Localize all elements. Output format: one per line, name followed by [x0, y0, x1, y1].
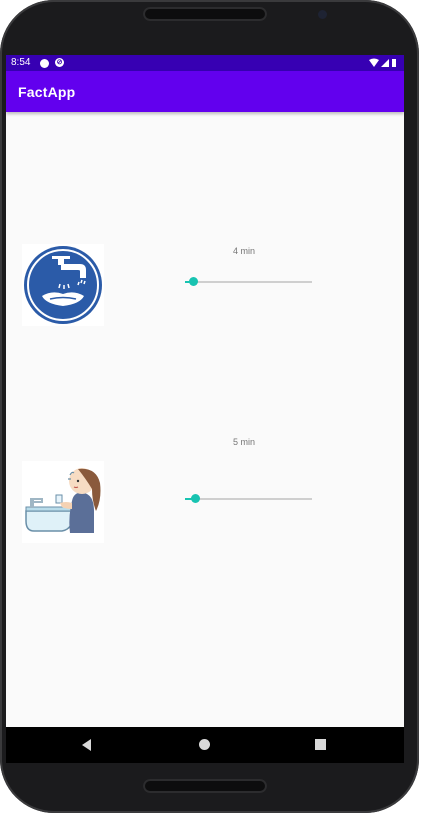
- navigation-bar: [6, 727, 404, 763]
- device-screen: 8:54 ⊘ FactApp 4 min 5 min: [6, 55, 404, 763]
- slider-track: [185, 498, 312, 500]
- person-at-sink-image: [22, 461, 104, 543]
- top-speaker: [143, 7, 267, 21]
- hand-washing-sign-icon: [24, 246, 102, 324]
- battery-icon: [392, 59, 396, 67]
- status-bar: 8:54 ⊘: [6, 55, 404, 71]
- row2-time-slider[interactable]: [185, 492, 312, 506]
- notification-dot-icon: [40, 59, 49, 68]
- bottom-speaker: [143, 779, 267, 793]
- recents-icon[interactable]: [315, 739, 326, 750]
- app-bar: FactApp: [6, 71, 404, 112]
- status-indicators: [369, 58, 396, 67]
- main-content: 4 min 5 min: [6, 112, 404, 727]
- sync-icon: ⊘: [55, 58, 64, 67]
- slider-thumb[interactable]: [188, 277, 198, 286]
- signal-icon: [381, 59, 389, 67]
- back-icon[interactable]: [82, 739, 91, 751]
- person-at-sink-illustration: [22, 461, 104, 543]
- row1-time-label: 4 min: [232, 246, 255, 256]
- hand-washing-sign-image: [22, 244, 104, 326]
- slider-thumb[interactable]: [191, 494, 201, 503]
- home-icon[interactable]: [199, 739, 210, 750]
- slider-track: [185, 281, 312, 283]
- app-title: FactApp: [18, 84, 76, 100]
- row1-time-slider[interactable]: [185, 275, 312, 289]
- wifi-icon: [369, 58, 379, 67]
- phone-frame: 8:54 ⊘ FactApp 4 min 5 min: [0, 0, 419, 813]
- status-time: 8:54: [11, 57, 31, 68]
- front-camera: [318, 10, 327, 19]
- row2-time-label: 5 min: [232, 437, 255, 447]
